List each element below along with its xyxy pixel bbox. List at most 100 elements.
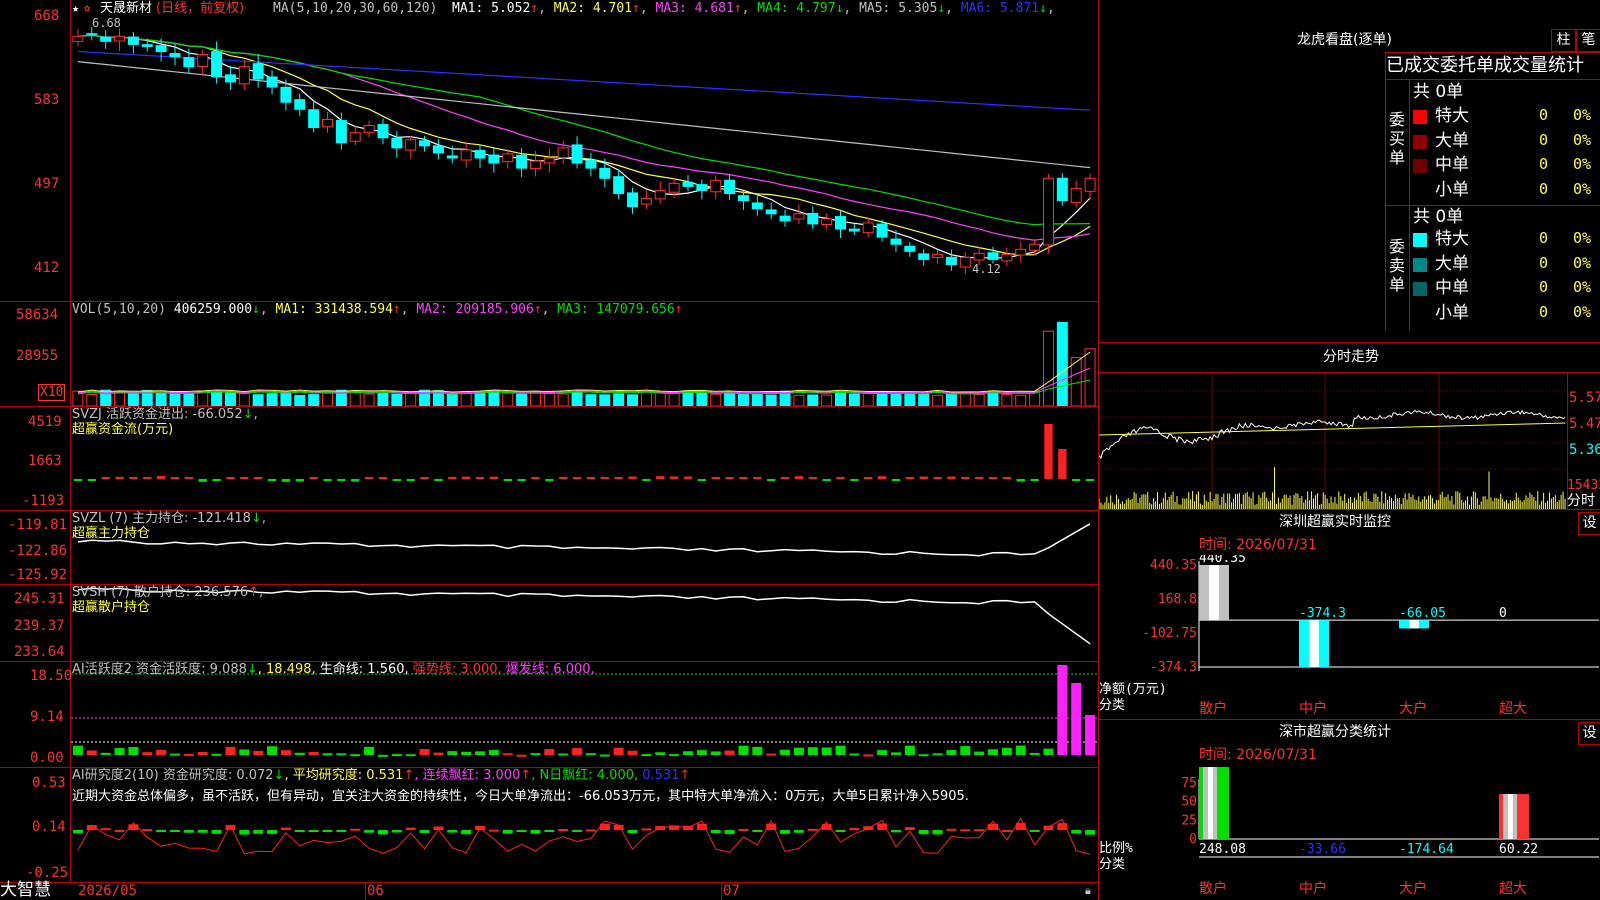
vol-unit-badge[interactable]: X10 <box>38 384 66 401</box>
candle-body <box>848 228 860 232</box>
candle-body <box>238 66 250 85</box>
y-tick: 25 <box>1181 813 1197 828</box>
fund-flow-bar <box>822 479 831 481</box>
fund-flow-bar <box>725 477 734 479</box>
order-percent: 0% <box>1573 253 1592 272</box>
volume-bar <box>835 391 846 406</box>
candle-body <box>668 182 680 193</box>
volume-chart[interactable] <box>71 318 1097 406</box>
research-bar <box>488 829 499 832</box>
value-label: 248.08 <box>1199 842 1246 857</box>
main-chart-area[interactable]: ★ ✿ 天晟新材 (日线，前复权) MA(5,10,20,30,60,120) … <box>0 0 1098 900</box>
y-tick: 75 <box>1181 776 1197 791</box>
activity-bar <box>488 749 499 755</box>
research-bar <box>377 830 388 835</box>
low-price-label: 4.12 <box>972 262 1001 276</box>
order-count: 0 <box>1539 253 1549 272</box>
volume-bar <box>696 392 708 406</box>
research-bar <box>960 829 971 832</box>
research-bar <box>932 830 943 835</box>
activity-bar <box>1057 665 1068 755</box>
research-bar <box>267 830 278 834</box>
activity-bar <box>724 750 735 755</box>
volume-bar <box>224 391 236 406</box>
activity-bar <box>156 749 167 755</box>
activity-bar <box>988 749 999 755</box>
candle-body <box>987 252 999 260</box>
candle-body <box>1015 248 1027 256</box>
settings-icon[interactable]: ✿ <box>84 1 90 16</box>
intraday-title: 分时走势 <box>1323 349 1379 365</box>
activity-bar <box>793 747 804 755</box>
volume-bar <box>599 394 611 406</box>
volume-bar <box>405 391 417 406</box>
fund-flow-bar <box>267 479 277 481</box>
activity-bar <box>807 747 818 755</box>
fund-flow-bar <box>143 477 152 479</box>
activity-bar <box>669 754 680 757</box>
lock-icon[interactable]: 🔒︎ <box>1085 883 1091 898</box>
volume-bar <box>516 393 528 406</box>
research-bar <box>780 830 791 834</box>
star-icon[interactable]: ★ <box>72 1 79 16</box>
category-label: 大户 <box>1399 700 1427 717</box>
fund-flow-bar <box>988 477 998 479</box>
order-count: 0 <box>1539 229 1549 247</box>
activity-bar <box>530 753 541 756</box>
separator: , <box>1046 1 1055 16</box>
price-tick: 668 <box>34 8 60 24</box>
tick-mode-button[interactable]: 笔 <box>1576 29 1600 52</box>
candle-body <box>1001 253 1013 262</box>
fund-flow-bar <box>877 476 887 479</box>
activity-bar <box>766 753 777 756</box>
order-count: 0 <box>1539 302 1549 321</box>
activity-bar <box>419 749 430 755</box>
fund-flow-bar <box>864 477 873 479</box>
candle-body <box>529 160 541 170</box>
order-type-label: 小单 <box>1435 302 1469 323</box>
candle-body <box>294 99 306 110</box>
stats-settings-button[interactable]: 设 <box>1578 722 1600 745</box>
research-bar <box>807 828 818 831</box>
ai-research-description: 近期大资金总体偏多，虽不活跃，但有异动，宜关注大资金的持续性，今日大单净流出：-… <box>72 789 969 804</box>
svsh-title: SVSH (7) 散户持仓: 236.576↑, <box>72 585 264 600</box>
category-label: 中户 <box>1299 880 1327 897</box>
volume-bar <box>904 392 916 406</box>
price-chart[interactable] <box>71 16 1097 300</box>
research-bar <box>946 828 957 831</box>
activity-bar <box>627 750 638 755</box>
intraday-chart[interactable] <box>1099 373 1567 509</box>
ai-activity-chart[interactable] <box>71 662 1097 767</box>
ai-research-chart[interactable] <box>71 768 1097 882</box>
bar-mode-button[interactable]: 柱 <box>1551 29 1576 52</box>
activity-bar <box>572 748 583 755</box>
candle-body <box>211 51 223 78</box>
order-count: 0 <box>1539 106 1549 124</box>
fund-flow-bar <box>434 479 443 481</box>
fund-flow-bar <box>614 477 623 479</box>
svzj-chart[interactable] <box>71 407 1097 510</box>
dragon-header: 已成交委托单成交量统计 <box>1386 55 1584 76</box>
fund-flow-bar <box>503 479 512 481</box>
activity-bar <box>280 750 291 755</box>
candle-body <box>959 256 971 268</box>
activity-bar <box>294 752 305 755</box>
category-label: 超大 <box>1499 701 1527 717</box>
order-percent: 0% <box>1573 106 1592 124</box>
ma-arrow: ↓ <box>1039 1 1047 16</box>
bar-highlight <box>1209 565 1219 621</box>
ma-line <box>77 34 1091 256</box>
research-bar <box>239 830 250 835</box>
bar-highlight <box>1208 767 1213 839</box>
candle-body <box>432 145 444 154</box>
fund-flow-bar <box>1072 479 1081 481</box>
volume-bar <box>391 393 403 406</box>
activity-bar <box>211 753 222 756</box>
candle-body <box>571 144 583 164</box>
order-percent: 0% <box>1573 155 1592 173</box>
fund-flow-bar <box>891 479 901 481</box>
ma-values: MA1: 5.052↑, MA2: 4.701↑, MA3: 4.681↑, M… <box>452 1 1055 16</box>
monitor-settings-button[interactable]: 设 <box>1578 512 1600 535</box>
research-bar <box>738 828 749 831</box>
buy-total: 共 0单 <box>1413 82 1464 102</box>
